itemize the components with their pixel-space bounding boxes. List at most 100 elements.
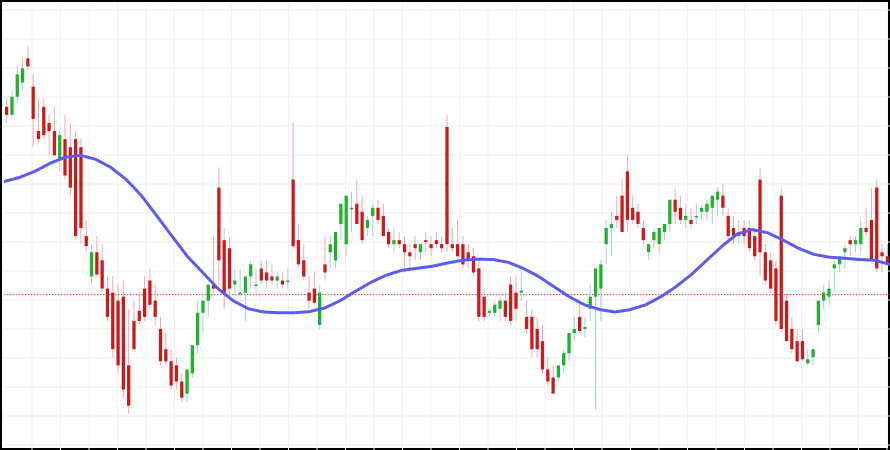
candle-body (530, 316, 534, 350)
candle (5, 98, 9, 123)
candle (201, 300, 205, 334)
candle (461, 236, 465, 269)
candle (434, 232, 439, 249)
candle (689, 207, 693, 228)
candle-body (620, 195, 624, 233)
candle-body (116, 300, 120, 366)
candle-body (206, 284, 210, 301)
candle-body (551, 377, 555, 394)
candle (392, 228, 396, 253)
candle (318, 284, 322, 329)
candle (519, 268, 523, 301)
candle (243, 276, 248, 321)
candle (264, 260, 269, 289)
candle-body (121, 296, 126, 390)
candle-body (646, 244, 651, 253)
candle-body (201, 300, 205, 313)
candle (731, 215, 736, 245)
candle (132, 300, 136, 350)
candle-body (153, 300, 157, 317)
candle-body (768, 260, 773, 289)
candle (360, 195, 364, 245)
candle-body (185, 369, 189, 394)
candlestick-chart (4, 4, 890, 450)
candle (355, 179, 359, 224)
candle-body (424, 240, 428, 243)
candle-body (503, 300, 508, 317)
candle-body (5, 106, 9, 115)
candle (625, 155, 630, 233)
candle-body (169, 361, 173, 386)
candle (493, 300, 497, 317)
candle-body (583, 326, 587, 329)
candle-body (190, 345, 194, 374)
candle-body (275, 276, 279, 281)
candle-body (822, 292, 826, 301)
candle-body (455, 244, 460, 257)
candle (753, 228, 757, 261)
candle-body (694, 215, 698, 218)
candle-body (196, 312, 200, 346)
candle (84, 219, 88, 253)
candle (381, 203, 385, 237)
candle (477, 260, 481, 321)
candle (885, 244, 889, 265)
candle (174, 357, 179, 390)
candle (694, 203, 698, 224)
candle (763, 244, 767, 285)
candle-body (376, 207, 380, 220)
candle-body (678, 207, 683, 220)
candle (721, 183, 725, 216)
candle (424, 232, 428, 253)
candle-body (270, 276, 274, 281)
candle (270, 264, 274, 285)
candle-body (243, 276, 248, 293)
candle (758, 167, 762, 277)
candle-body (222, 240, 226, 293)
candle (10, 90, 14, 119)
candle (747, 219, 752, 253)
candle-body (429, 244, 433, 249)
candle (249, 260, 253, 289)
candle (609, 211, 614, 257)
candle-body (482, 296, 486, 317)
candle (440, 236, 444, 253)
candle-body (312, 288, 317, 303)
candle (386, 228, 391, 249)
candle-body (509, 284, 513, 321)
candle (153, 284, 157, 325)
candle (365, 215, 370, 237)
candle (822, 284, 826, 309)
candle (620, 179, 624, 233)
candle-body (264, 272, 269, 281)
candle-body (105, 288, 110, 317)
candle (593, 268, 598, 410)
candle (73, 131, 78, 241)
candle (631, 195, 635, 224)
candle-body (15, 74, 19, 97)
candle (562, 349, 566, 374)
candle (63, 114, 67, 180)
candle-body (684, 215, 688, 220)
candle (280, 272, 285, 289)
candle (429, 236, 433, 257)
candle (397, 232, 401, 249)
candle (100, 244, 104, 293)
candle (588, 284, 592, 321)
candle-body (413, 244, 417, 249)
candle (116, 284, 120, 374)
candle-body (753, 236, 757, 257)
candle (190, 345, 194, 378)
candle-body (42, 106, 46, 136)
candle (556, 365, 561, 382)
candle-body (869, 219, 874, 261)
candle (307, 276, 311, 309)
candle (795, 329, 799, 362)
candle (227, 236, 232, 297)
candle-body (47, 122, 51, 132)
candle-body (111, 292, 115, 350)
candle-body (593, 268, 598, 297)
candle-body (816, 300, 821, 325)
candle (806, 349, 810, 366)
candle (185, 369, 189, 402)
